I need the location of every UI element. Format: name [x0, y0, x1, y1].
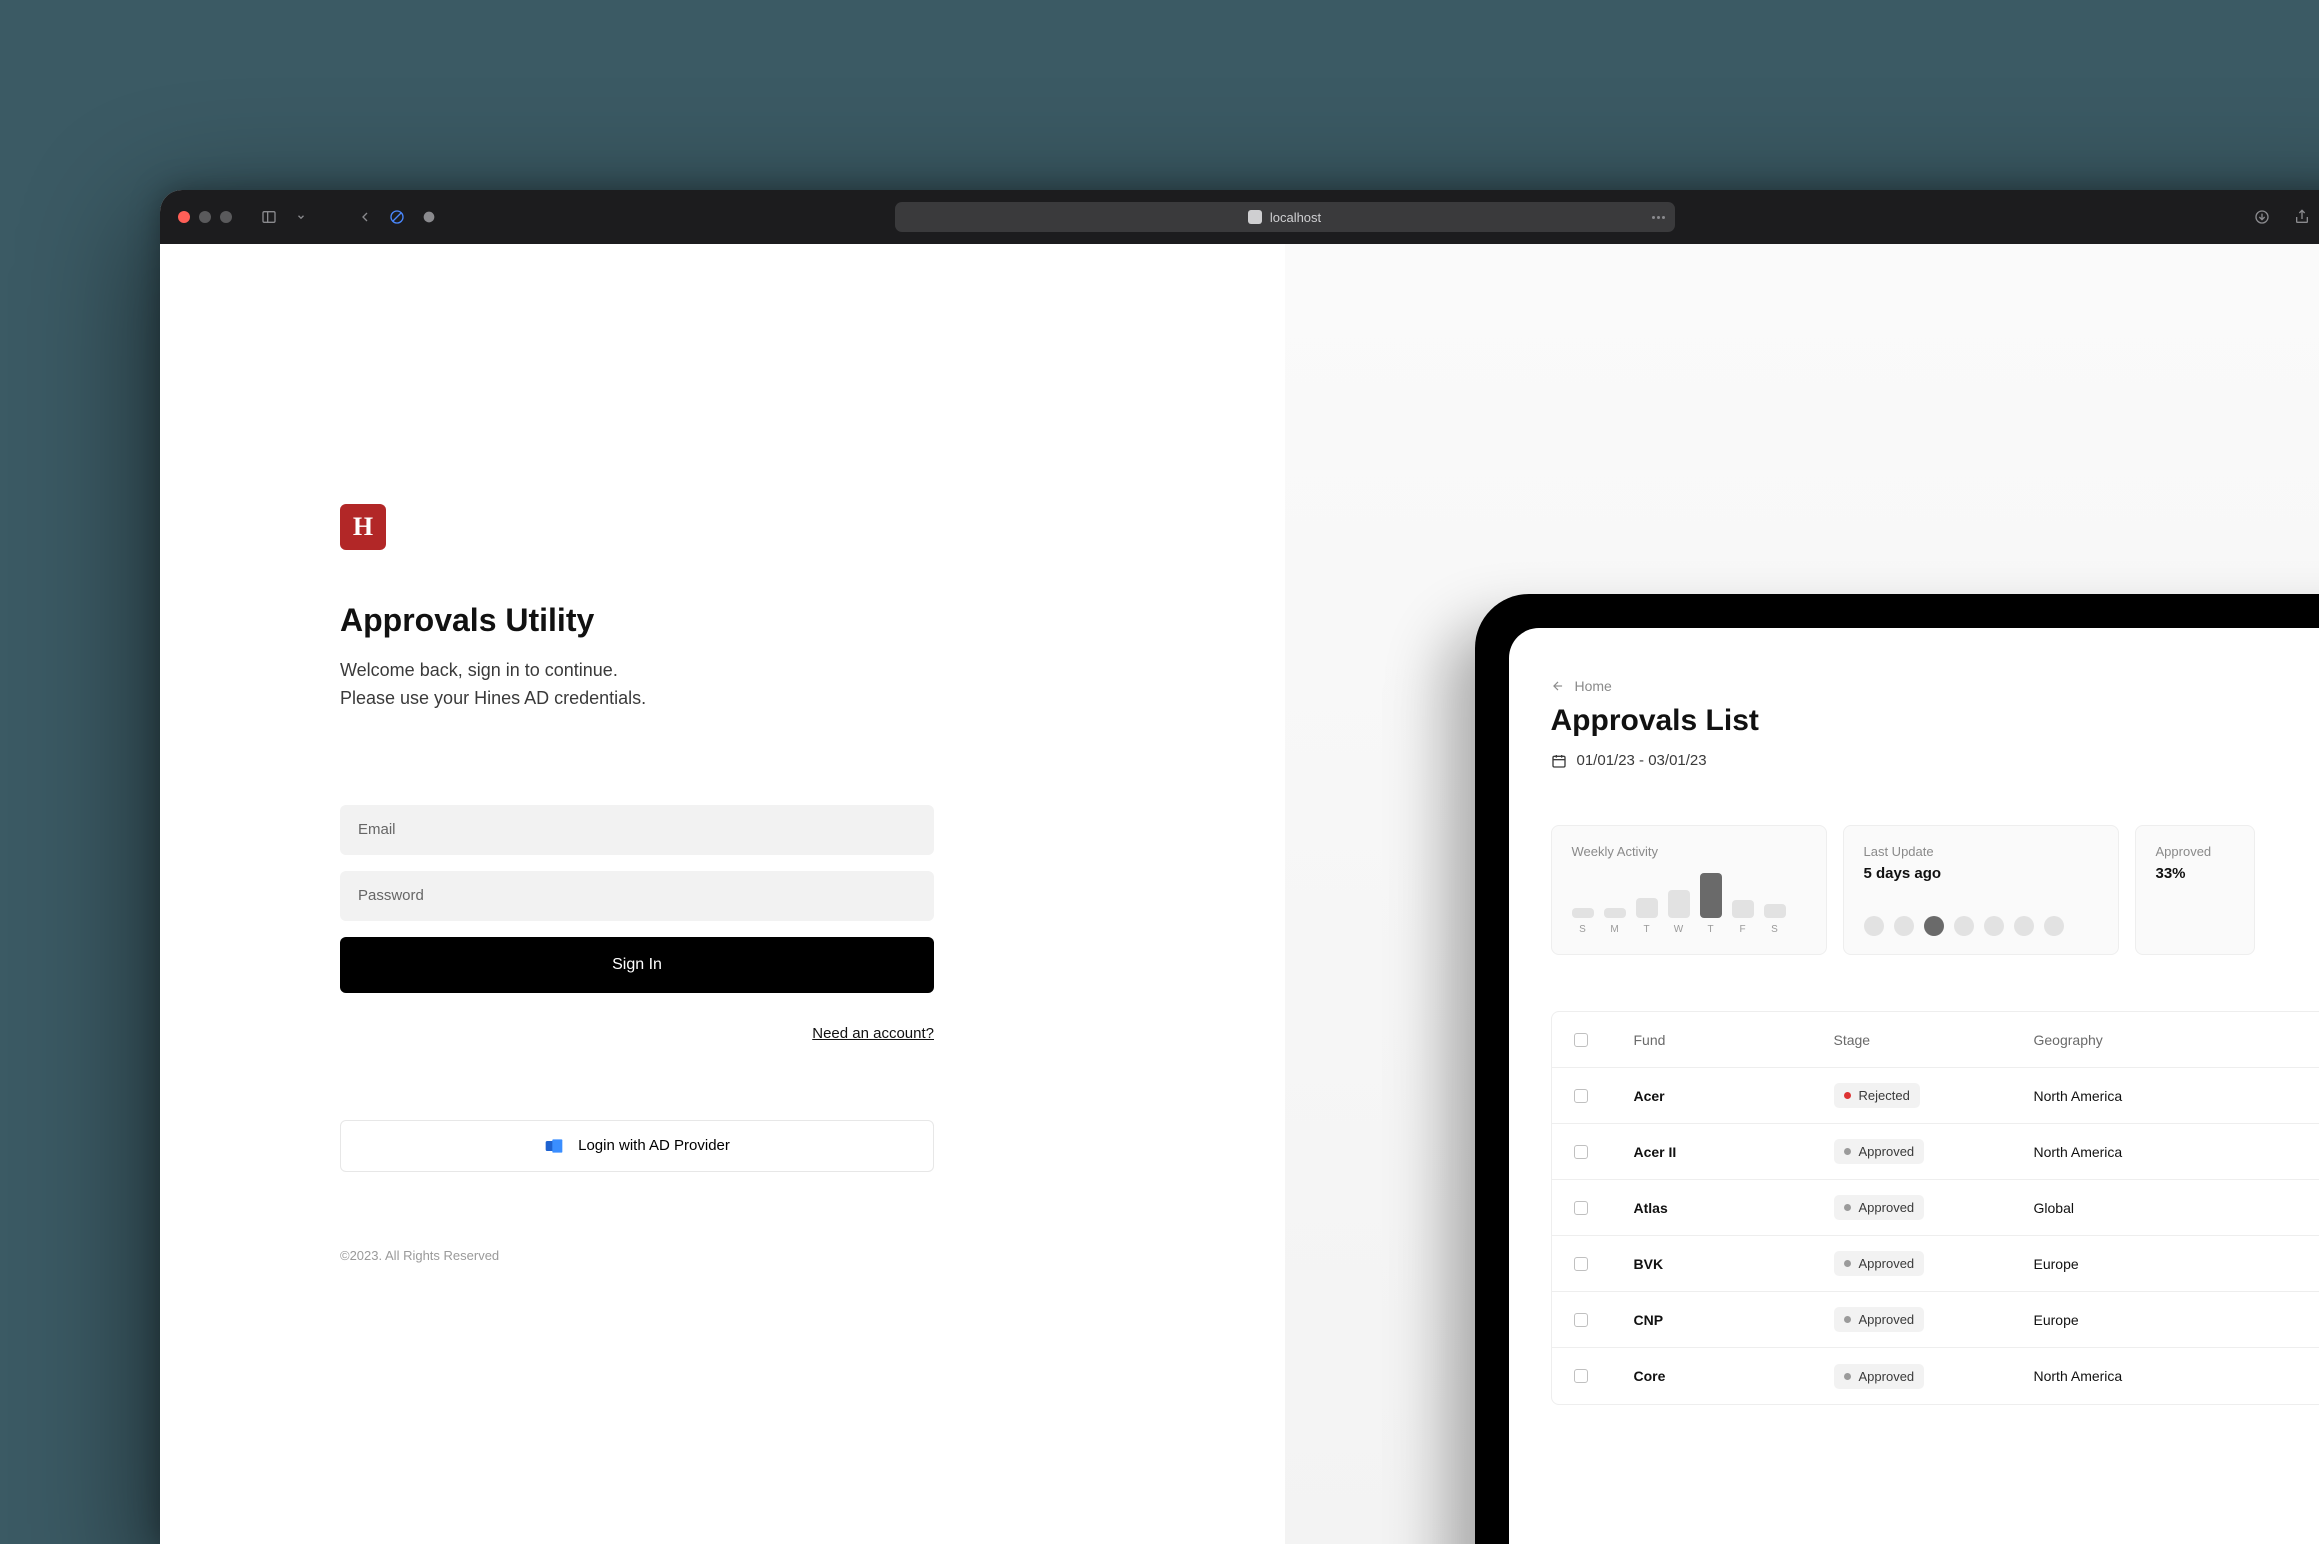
cell-geo: Europe — [2034, 1312, 2234, 1328]
stat-cards: Weekly Activity S M T W T F S — [1551, 825, 2319, 955]
date-range[interactable]: 01/01/23 - 03/01/23 — [1551, 752, 2319, 769]
checkbox[interactable] — [1574, 1201, 1588, 1215]
checkbox[interactable] — [1574, 1257, 1588, 1271]
downloads-icon[interactable] — [2253, 208, 2271, 226]
page-settings-icon[interactable] — [1650, 216, 1665, 219]
cell-fund: CNP — [1634, 1312, 1834, 1328]
tablet-screen: Home Approvals List 01/01/23 - 03/01/23 … — [1509, 628, 2319, 1544]
browser-window: localhost H Approvals Utility Welcome — [160, 190, 2319, 1544]
cell-fund: Acer — [1634, 1088, 1834, 1104]
breadcrumb-home[interactable]: Home — [1551, 678, 2319, 694]
lock-icon — [1248, 210, 1262, 224]
checkbox[interactable] — [1574, 1145, 1588, 1159]
privacy-report-icon[interactable] — [388, 208, 406, 226]
browser-toolbar: localhost — [160, 190, 2319, 244]
cell-geo: North America — [2034, 1368, 2234, 1384]
arrow-left-icon — [1551, 679, 1565, 693]
preview-title: Approvals List — [1551, 704, 2319, 738]
checkbox[interactable] — [1574, 1369, 1588, 1383]
table-row[interactable]: AcerRejected North America — [1552, 1068, 2319, 1124]
minimize-window-button[interactable] — [199, 211, 211, 223]
need-account-link[interactable]: Need an account? — [812, 1025, 934, 1042]
email-field[interactable] — [340, 805, 934, 855]
brand-logo: H — [340, 504, 386, 550]
cell-fund: BVK — [1634, 1256, 1834, 1272]
cell-stage: Approved — [1834, 1364, 2034, 1389]
table-row[interactable]: CNPApproved Europe — [1552, 1292, 2319, 1348]
page-title: Approvals Utility — [340, 602, 1285, 639]
card-approved: Approved 33% — [2135, 825, 2255, 955]
chevron-down-icon[interactable] — [292, 208, 310, 226]
approvals-table: Fund Stage Geography AcerRejected North A… — [1551, 1011, 2319, 1405]
stage-badge: Approved — [1834, 1195, 1925, 1220]
stage-badge: Approved — [1834, 1307, 1925, 1332]
back-button[interactable] — [356, 208, 374, 226]
login-panel: H Approvals Utility Welcome back, sign i… — [160, 244, 1285, 1544]
outlook-icon — [544, 1136, 564, 1156]
window-controls — [178, 211, 232, 223]
cell-fund: Acer II — [1634, 1144, 1834, 1160]
address-text: localhost — [1270, 210, 1321, 225]
cell-stage: Approved — [1834, 1251, 2034, 1276]
stage-badge: Approved — [1834, 1364, 1925, 1389]
table-row[interactable]: BVKApproved Europe — [1552, 1236, 2319, 1292]
cell-stage: Rejected — [1834, 1083, 2034, 1108]
sign-in-button[interactable]: Sign In — [340, 937, 934, 993]
cell-geo: Europe — [2034, 1256, 2234, 1272]
tablet-frame: Home Approvals List 01/01/23 - 03/01/23 … — [1475, 594, 2319, 1544]
page-subtitle: Welcome back, sign in to continue. Pleas… — [340, 657, 840, 713]
extension-icon[interactable] — [420, 208, 438, 226]
cell-stage: Approved — [1834, 1139, 2034, 1164]
checkbox[interactable] — [1574, 1313, 1588, 1327]
stage-badge: Rejected — [1834, 1083, 1920, 1108]
maximize-window-button[interactable] — [220, 211, 232, 223]
cell-stage: Approved — [1834, 1307, 2034, 1332]
close-window-button[interactable] — [178, 211, 190, 223]
table-header: Fund Stage Geography — [1552, 1012, 2319, 1068]
sso-login-button[interactable]: Login with AD Provider — [340, 1120, 934, 1172]
table-row[interactable]: Acer IIApproved North America — [1552, 1124, 2319, 1180]
table-row[interactable]: AtlasApproved Global — [1552, 1180, 2319, 1236]
checkbox-all[interactable] — [1574, 1033, 1588, 1047]
cell-geo: North America — [2034, 1144, 2234, 1160]
cell-stage: Approved — [1834, 1195, 2034, 1220]
cell-geo: Global — [2034, 1200, 2234, 1216]
sidebar-toggle-icon[interactable] — [260, 208, 278, 226]
table-row[interactable]: CoreApproved North America — [1552, 1348, 2319, 1404]
password-field[interactable] — [340, 871, 934, 921]
cell-fund: Atlas — [1634, 1200, 1834, 1216]
copyright: ©2023. All Rights Reserved — [340, 1248, 1285, 1263]
update-dots — [1864, 916, 2098, 936]
stage-badge: Approved — [1834, 1251, 1925, 1276]
weekly-activity-chart: S M T W T F S — [1572, 885, 1806, 935]
calendar-icon — [1551, 753, 1567, 769]
page-body: H Approvals Utility Welcome back, sign i… — [160, 244, 2319, 1544]
checkbox[interactable] — [1574, 1089, 1588, 1103]
login-form: Sign In Need an account? — [340, 805, 934, 1042]
card-last-update: Last Update 5 days ago — [1843, 825, 2119, 955]
address-bar[interactable]: localhost — [895, 202, 1675, 232]
preview-panel: Home Approvals List 01/01/23 - 03/01/23 … — [1285, 244, 2319, 1544]
share-icon[interactable] — [2293, 208, 2311, 226]
card-weekly-activity: Weekly Activity S M T W T F S — [1551, 825, 1827, 955]
stage-badge: Approved — [1834, 1139, 1925, 1164]
cell-fund: Core — [1634, 1368, 1834, 1384]
cell-geo: North America — [2034, 1088, 2234, 1104]
